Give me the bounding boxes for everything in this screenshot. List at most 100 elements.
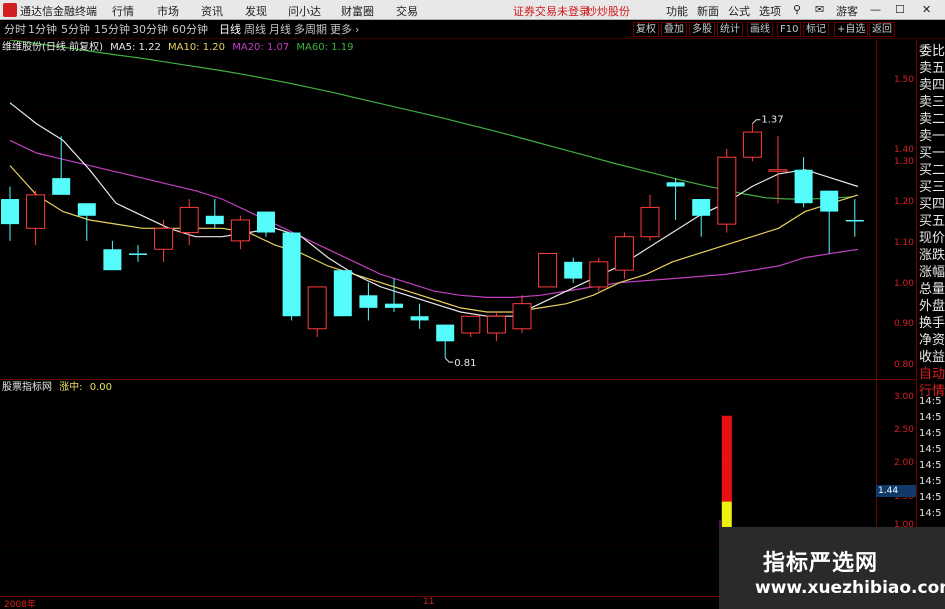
ind-tick: 3.00 xyxy=(893,392,914,402)
candle-body xyxy=(589,261,609,288)
price-tick: 1.20 xyxy=(893,197,914,207)
candle-body xyxy=(742,131,762,158)
candle-body xyxy=(52,178,71,195)
legend-ma10: MA10: 1.20 xyxy=(168,42,226,53)
price-tick: 1.50 xyxy=(893,75,914,85)
period-daily[interactable]: 日线 xyxy=(219,22,241,37)
price-tick: 1.40 xyxy=(893,145,914,155)
low-label: 0.81 xyxy=(454,358,476,369)
broker-name[interactable]: 炒炒股份 xyxy=(586,3,630,19)
candle-body xyxy=(77,203,96,216)
user-icon[interactable]: ⚲ xyxy=(793,3,801,16)
period-weekly[interactable]: 周线 xyxy=(244,22,266,37)
ind-tick: 2.50 xyxy=(893,425,914,435)
candle-body xyxy=(436,324,455,342)
period-multi[interactable]: 多周期 xyxy=(294,22,327,37)
sidepanel-item: 现价 xyxy=(919,231,945,246)
menu-faxian[interactable]: 发现 xyxy=(245,3,267,19)
minimize-icon[interactable]: — xyxy=(870,3,881,16)
app-logo-icon xyxy=(3,3,17,17)
more-chevron-icon[interactable]: › xyxy=(355,22,359,37)
menu-zixun[interactable]: 资讯 xyxy=(201,3,223,19)
candle-body xyxy=(666,182,685,187)
period-fenshi[interactable]: 分时 xyxy=(4,22,26,37)
candle-body xyxy=(564,261,583,279)
btn-huaxian[interactable]: 画线 xyxy=(747,22,773,37)
legend-ma60: MA60: 1.19 xyxy=(296,42,354,53)
watermark: 指标严选网 www.xuezhibiao.com xyxy=(719,527,945,609)
sidepanel-item: 14:5 xyxy=(919,508,942,519)
guest-label[interactable]: 游客 xyxy=(836,3,858,19)
menu-gongshi[interactable]: 公式 xyxy=(728,3,750,19)
menu-caifuquan[interactable]: 财富圈 xyxy=(341,3,374,19)
candle-body xyxy=(359,295,378,308)
period-5min[interactable]: 5分钟 xyxy=(61,22,90,37)
candle-body xyxy=(230,219,250,242)
candle-body xyxy=(461,315,481,334)
menu-hangqing[interactable]: 行情 xyxy=(112,3,134,19)
sidepanel-item: 14:5 xyxy=(919,396,942,407)
mail-icon[interactable]: ✉ xyxy=(815,3,824,16)
sidepanel-item: 买五 xyxy=(919,214,945,229)
sidepanel-item: 委比 xyxy=(919,44,945,59)
btn-zixuan[interactable]: +自选 xyxy=(834,22,869,37)
period-more[interactable]: 更多 xyxy=(330,22,352,37)
sidepanel-item: 买四 xyxy=(919,197,945,212)
quote-sidepanel[interactable]: 委比 卖五 卖四 卖三 卖二 卖一 买一 买二 买三 买四 买五 现价 涨跌 涨幅 总量 外盘 换手 净资 收益 自动… xyxy=(916,40,945,609)
sidepanel-item: 卖三 xyxy=(919,95,945,110)
date-label-start: 2008年 xyxy=(4,600,36,609)
kline-chart[interactable]: 1.37 0.81 xyxy=(0,40,876,379)
candle-body xyxy=(486,315,506,334)
period-15min[interactable]: 15分钟 xyxy=(94,22,130,37)
btn-duogu[interactable]: 多股 xyxy=(689,22,715,37)
legend-ma20: MA20: 1.07 xyxy=(232,42,290,53)
candle-body xyxy=(333,270,352,317)
menu-shichang[interactable]: 市场 xyxy=(157,3,179,19)
candle-body xyxy=(307,286,327,330)
sidepanel-item: 14:5 xyxy=(919,492,942,503)
candle-body xyxy=(640,206,660,238)
btn-f10[interactable]: F10 xyxy=(777,22,802,37)
maximize-icon[interactable]: ☐ xyxy=(895,3,905,16)
period-60min[interactable]: 60分钟 xyxy=(172,22,208,37)
sidepanel-item: 14:5 xyxy=(919,460,942,471)
sidepanel-item: 买二 xyxy=(919,163,945,178)
period-toolbar: 分时 1分钟 5分钟 15分钟 30分钟 60分钟 日线 周线 月线 多周期 更… xyxy=(0,20,945,39)
btn-fanhui[interactable]: 返回 xyxy=(869,22,895,37)
high-marker xyxy=(752,119,761,125)
indicator-legend: 股票指标网 涨中: 0.00 xyxy=(2,381,116,394)
period-30min[interactable]: 30分钟 xyxy=(132,22,168,37)
btn-biaoji[interactable]: 标记 xyxy=(803,22,829,37)
sidepanel-item: 外盘 xyxy=(919,299,945,314)
candle-body xyxy=(538,252,558,288)
sidepanel-item: 净资 xyxy=(919,333,945,348)
login-notice[interactable]: 证券交易未登录 xyxy=(513,3,590,19)
sidepanel-item: 买三 xyxy=(919,180,945,195)
candle-body xyxy=(845,219,864,222)
date-label-mid: 11 xyxy=(423,597,435,607)
menu-xuanxiang[interactable]: 选项 xyxy=(759,3,781,19)
menu-wenxiaoda[interactable]: 问小达 xyxy=(288,3,321,19)
candle-body xyxy=(410,316,429,321)
sidepanel-item: 换手 xyxy=(919,316,945,331)
close-icon[interactable]: ✕ xyxy=(922,3,931,16)
menu-xinmian[interactable]: 新面 xyxy=(697,3,719,19)
menu-jiaoyi[interactable]: 交易 xyxy=(396,3,418,19)
ind-tick: 2.00 xyxy=(893,458,914,468)
legend-ma5: MA5: 1.22 xyxy=(110,42,161,53)
menu-gongneng[interactable]: 功能 xyxy=(666,3,688,19)
sidepanel-item: 14:5 xyxy=(919,428,942,439)
btn-fuquan[interactable]: 复权 xyxy=(633,22,659,37)
period-1min[interactable]: 1分钟 xyxy=(28,22,57,37)
sidepanel-item: 卖五 xyxy=(919,61,945,76)
btn-tongji[interactable]: 统计 xyxy=(717,22,743,37)
candle-body xyxy=(205,215,224,225)
sidepanel-item: 14:5 xyxy=(919,444,942,455)
period-monthly[interactable]: 月线 xyxy=(269,22,291,37)
current-price-tag: 1.44 xyxy=(876,485,916,497)
candle-body xyxy=(614,236,634,271)
indicator-value: 0.00 xyxy=(89,382,113,393)
sidepanel-item: 卖四 xyxy=(919,78,945,93)
watermark-title: 指标严选网 xyxy=(763,551,879,576)
btn-diejia[interactable]: 叠加 xyxy=(661,22,687,37)
